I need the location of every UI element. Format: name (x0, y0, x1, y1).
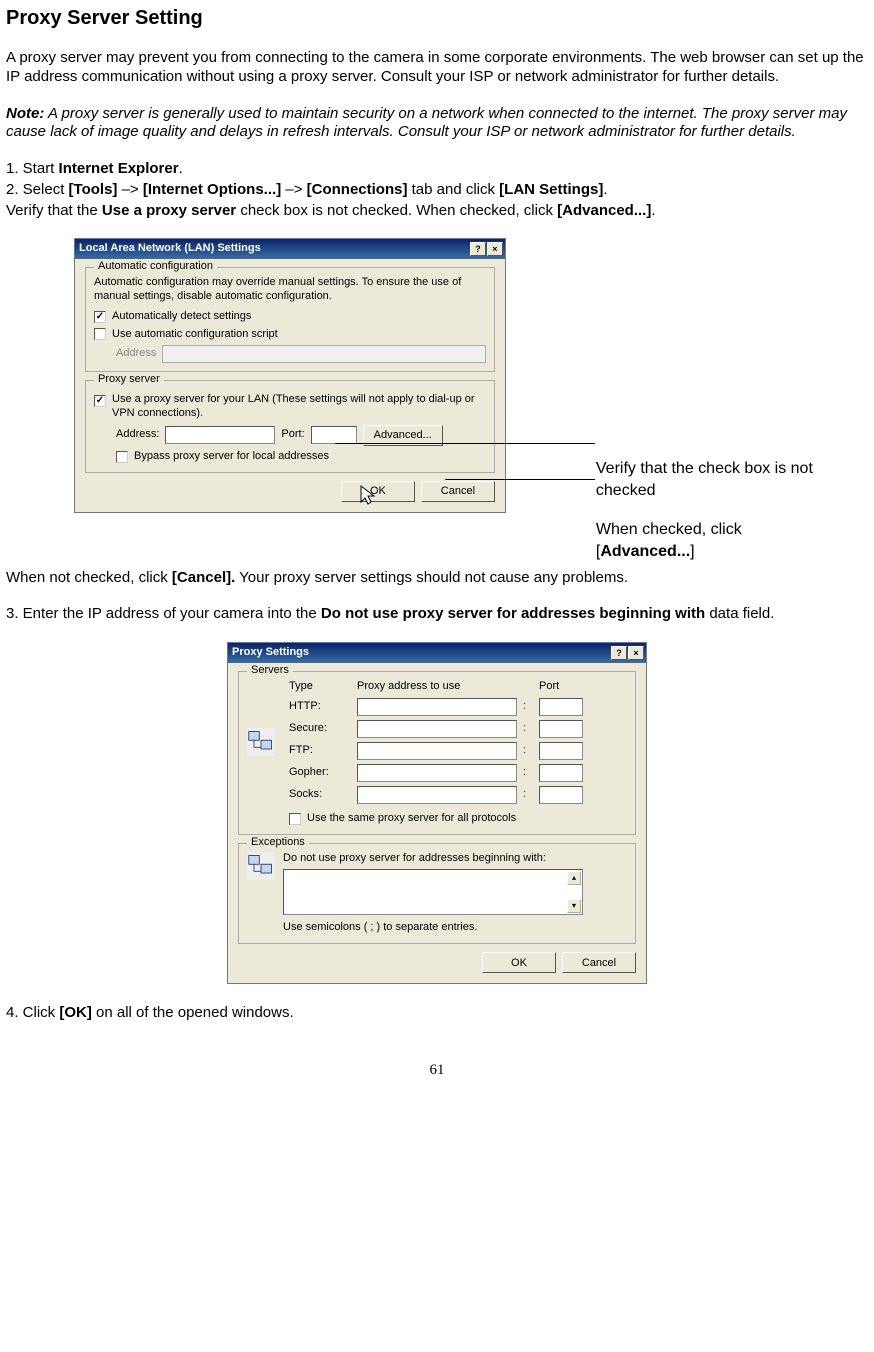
cancel-button[interactable]: Cancel (421, 481, 495, 502)
http-port-input[interactable] (539, 698, 583, 716)
ftp-label: FTP: (289, 744, 351, 758)
address-label: Address (116, 347, 156, 361)
auto-detect-label: Automatically detect settings (112, 310, 251, 324)
dialog-title: Local Area Network (LAN) Settings (79, 242, 261, 256)
script-address-input (162, 345, 486, 363)
callout-line (445, 479, 595, 480)
callout-verify: Verify that the check box is not checked (596, 458, 868, 501)
callout-advanced: When checked, click [Advanced...] (596, 519, 868, 562)
ftp-address-input[interactable] (357, 742, 517, 760)
exceptions-hint: Use semicolons ( ; ) to separate entries… (283, 921, 627, 935)
close-icon[interactable]: × (487, 242, 503, 256)
address-header: Proxy address to use (357, 680, 517, 694)
auto-desc: Automatic configuration may override man… (94, 276, 486, 304)
same-proxy-checkbox[interactable] (289, 813, 301, 825)
scroll-up-icon[interactable]: ▴ (567, 871, 581, 885)
secure-label: Secure: (289, 722, 351, 736)
close-icon[interactable]: × (628, 646, 644, 660)
note-paragraph: Note: A proxy server is generally used t… (6, 105, 868, 143)
step-1: 1. Start Internet Explorer. (6, 160, 868, 179)
after-fig1: When not checked, click [Cancel]. Your p… (6, 569, 868, 588)
proxy-port-input[interactable] (311, 426, 357, 444)
ok-button[interactable]: OK (341, 481, 415, 502)
gopher-port-input[interactable] (539, 764, 583, 782)
intro-paragraph: A proxy server may prevent you from conn… (6, 49, 868, 87)
exceptions-icon (247, 852, 275, 880)
page-title: Proxy Server Setting (6, 6, 868, 31)
gopher-address-input[interactable] (357, 764, 517, 782)
verify-line: Verify that the Use a proxy server check… (6, 202, 868, 221)
proxy-port-label: Port: (281, 428, 304, 442)
auto-detect-checkbox[interactable] (94, 311, 106, 323)
port-header: Port (539, 680, 583, 694)
step-2: 2. Select [Tools] –> [Internet Options..… (6, 181, 868, 200)
secure-address-input[interactable] (357, 720, 517, 738)
ftp-port-input[interactable] (539, 742, 583, 760)
socks-port-input[interactable] (539, 786, 583, 804)
ok-button[interactable]: OK (482, 952, 556, 973)
group-title: Proxy server (94, 373, 164, 387)
bypass-checkbox[interactable] (116, 451, 128, 463)
auto-script-checkbox[interactable] (94, 328, 106, 340)
use-proxy-checkbox[interactable] (94, 395, 106, 407)
group-title: Exceptions (247, 836, 309, 850)
help-icon[interactable]: ? (470, 242, 486, 256)
exceptions-textarea[interactable]: ▴ ▾ (283, 869, 583, 915)
auto-script-label: Use automatic configuration script (112, 328, 278, 342)
type-header: Type (289, 680, 351, 694)
http-address-input[interactable] (357, 698, 517, 716)
proxy-server-group: Proxy server Use a proxy server for your… (85, 380, 495, 472)
help-icon[interactable]: ? (611, 646, 627, 660)
page-number: 61 (6, 1061, 868, 1080)
callout-text: Verify that the check box is not checked… (596, 458, 868, 562)
group-title: Servers (247, 664, 293, 678)
same-proxy-label: Use the same proxy server for all protoc… (307, 812, 516, 826)
cancel-button[interactable]: Cancel (562, 952, 636, 973)
socks-label: Socks: (289, 788, 351, 802)
server-icon (247, 728, 275, 756)
group-title: Automatic configuration (94, 260, 217, 274)
scroll-down-icon[interactable]: ▾ (567, 899, 581, 913)
step-4: 4. Click [OK] on all of the opened windo… (6, 1004, 868, 1023)
secure-port-input[interactable] (539, 720, 583, 738)
note-body: A proxy server is generally used to main… (6, 105, 847, 141)
exceptions-label: Do not use proxy server for addresses be… (283, 852, 627, 866)
gopher-label: Gopher: (289, 766, 351, 780)
note-label: Note: (6, 105, 44, 122)
proxy-address-label: Address: (116, 428, 159, 442)
dialog-titlebar[interactable]: Proxy Settings ? × (228, 643, 646, 663)
step-3: 3. Enter the IP address of your camera i… (6, 605, 868, 624)
cursor-icon (359, 484, 377, 506)
lan-settings-dialog: Local Area Network (LAN) Settings ? × Au… (74, 238, 506, 512)
callout-line (335, 443, 595, 444)
servers-group: Servers Type Proxy address to use Port H… (238, 671, 636, 835)
socks-address-input[interactable] (357, 786, 517, 804)
dialog-titlebar[interactable]: Local Area Network (LAN) Settings ? × (75, 239, 505, 259)
use-proxy-label: Use a proxy server for your LAN (These s… (112, 393, 486, 421)
proxy-settings-dialog: Proxy Settings ? × Servers Type (227, 642, 647, 984)
automatic-config-group: Automatic configuration Automatic config… (85, 267, 495, 372)
dialog-title: Proxy Settings (232, 646, 309, 660)
exceptions-group: Exceptions Do not use proxy server for a… (238, 843, 636, 945)
proxy-address-input[interactable] (165, 426, 275, 444)
http-label: HTTP: (289, 700, 351, 714)
bypass-label: Bypass proxy server for local addresses (134, 450, 329, 464)
